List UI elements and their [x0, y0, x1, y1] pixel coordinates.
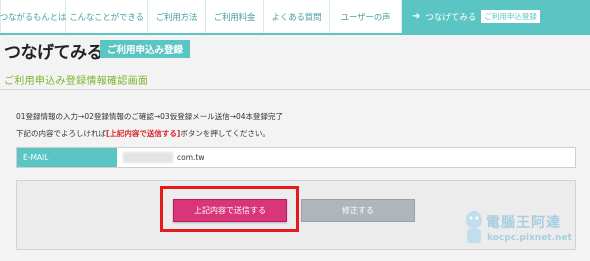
email-value: com.tw [177, 153, 205, 162]
nav-active-badge: ご利用申込登録 [481, 10, 540, 23]
page-title: つなげてみる [4, 43, 104, 63]
arrow-right-icon: ➜ [412, 11, 421, 22]
nav-item-faq[interactable]: よくある質問 [264, 0, 330, 33]
nav-active-label: つなげてみる [425, 12, 477, 23]
page-title-badge: ご利用申込み登録 [100, 40, 190, 58]
email-row: E-MAIL com.tw [16, 147, 576, 168]
nav-item-about[interactable]: つながるもんとは [0, 0, 66, 33]
watermark-logo-icon [466, 211, 482, 243]
email-label: E-MAIL [17, 148, 117, 167]
submit-button[interactable]: 上記内容で送信する [173, 199, 287, 222]
watermark-text: 電腦王阿達 [486, 215, 561, 231]
watermark-url: kocpc.pixnet.net [487, 233, 572, 243]
instruction-after: ボタンを押してください。 [180, 129, 270, 138]
top-navigation: つながるもんとは こんなことができる ご利用方法 ご利用料金 よくある質問 ユー… [0, 0, 590, 35]
edit-button[interactable]: 修正する [301, 199, 415, 222]
instruction-before: 下記の内容でよろしければ [16, 129, 106, 138]
divider [0, 89, 590, 90]
registration-steps: 01登録情報の入力→02登録情報のご確認→03仮登録メール送信→04本登録完了 [16, 112, 284, 121]
nav-item-pricing[interactable]: ご利用料金 [206, 0, 264, 33]
email-redacted [123, 152, 173, 163]
nav-item-usage[interactable]: ご利用方法 [148, 0, 206, 33]
nav-item-features[interactable]: こんなことができる [66, 0, 148, 33]
nav-item-testimonials[interactable]: ユーザーの声 [330, 0, 402, 33]
nav-item-connect-active[interactable]: ➜ つなげてみる ご利用申込登録 [402, 0, 590, 33]
instruction-text: 下記の内容でよろしければ[上記内容で送信する]ボタンを押してください。 [16, 128, 270, 139]
instruction-highlight: [上記内容で送信する] [106, 129, 181, 138]
page-subtitle: ご利用申込み登録情報確認画面 [4, 76, 149, 87]
